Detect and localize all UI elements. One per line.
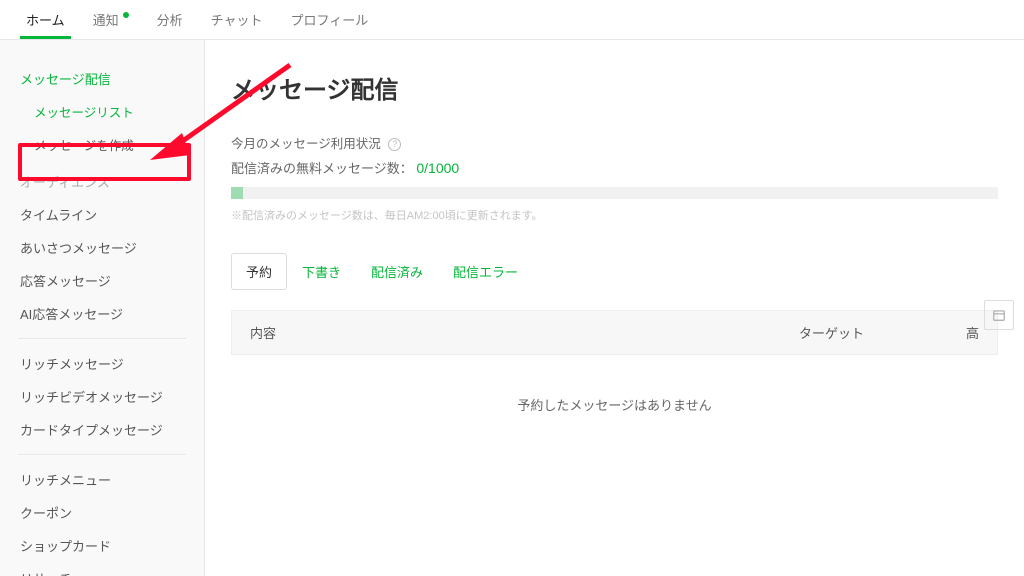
sidebar-label: タイムライン: [20, 208, 97, 223]
ftab-label: 配信済み: [371, 265, 423, 280]
sidebar-divider: [18, 338, 186, 339]
top-tabs: ホーム 通知 分析 チャット プロフィール: [0, 0, 1024, 40]
sidebar-label: リッチビデオメッセージ: [20, 390, 163, 405]
col-target: ターゲット: [799, 323, 949, 342]
sidebar-item-card-type[interactable]: カードタイプメッセージ: [0, 413, 204, 446]
sidebar-item-ai-reply[interactable]: AI応答メッセージ: [0, 297, 204, 330]
usage-label: 今月のメッセージ利用状況: [231, 137, 381, 151]
sidebar-item-coupon[interactable]: クーポン: [0, 496, 204, 529]
tab-label: 通知: [93, 10, 119, 29]
help-icon[interactable]: ?: [388, 138, 401, 151]
sidebar-label: AI応答メッセージ: [20, 307, 123, 322]
sidebar-label: リッチメニュー: [20, 473, 111, 488]
tab-profile[interactable]: プロフィール: [277, 0, 383, 39]
tab-notifications[interactable]: 通知: [79, 0, 143, 39]
sidebar-label: リッチメッセージ: [20, 357, 124, 372]
sidebar-item-audience[interactable]: オーディエンス: [0, 165, 204, 198]
sidebar-label: 応答メッセージ: [20, 274, 111, 289]
count-value: 0/1000: [416, 160, 459, 176]
filter-tab-reserved[interactable]: 予約: [231, 253, 287, 290]
sidebar-label: クーポン: [20, 506, 72, 521]
tab-analytics[interactable]: 分析: [143, 0, 197, 39]
tab-label: プロフィール: [291, 10, 369, 29]
filter-tab-draft[interactable]: 下書き: [287, 253, 356, 290]
sidebar-label: メッセージリスト: [34, 106, 134, 120]
filter-tab-error[interactable]: 配信エラー: [438, 253, 533, 290]
sidebar-item-create-message[interactable]: メッセージを作成: [0, 128, 204, 161]
count-line: 配信済みの無料メッセージ数： 0/1000: [231, 158, 998, 177]
sidebar-label: カードタイプメッセージ: [20, 423, 163, 438]
ftab-label: 下書き: [302, 265, 341, 280]
table-header: 内容 ターゲット 高: [231, 310, 998, 355]
tab-home[interactable]: ホーム: [12, 0, 79, 39]
progress-bar: [231, 187, 998, 199]
sidebar-item-message-list[interactable]: メッセージリスト: [0, 95, 204, 128]
tab-label: チャット: [211, 10, 263, 29]
empty-message: 予約したメッセージはありません: [231, 355, 998, 454]
date-filter-button[interactable]: [984, 300, 1014, 330]
sidebar-item-research[interactable]: リサーチ: [0, 562, 204, 576]
progress-fill: [231, 187, 243, 199]
count-label: 配信済みの無料メッセージ数：: [231, 161, 413, 176]
sidebar-label: メッセージを作成: [34, 139, 134, 153]
sidebar-divider: [18, 454, 186, 455]
main-content: メッセージ配信 今月のメッセージ利用状況 ? 配信済みの無料メッセージ数： 0/…: [205, 40, 1024, 576]
sidebar-item-rich-message[interactable]: リッチメッセージ: [0, 347, 204, 380]
filter-tabs: 予約 下書き 配信済み 配信エラー: [231, 253, 998, 290]
col-extra: 高: [949, 323, 979, 342]
ftab-label: 配信エラー: [453, 265, 518, 280]
usage-row: 今月のメッセージ利用状況 ?: [231, 133, 998, 152]
sidebar-item-shop-card[interactable]: ショップカード: [0, 529, 204, 562]
notification-dot-icon: [123, 12, 129, 18]
sidebar-label: あいさつメッセージ: [20, 241, 137, 256]
usage-note: ※配信済みのメッセージ数は、毎日AM2:00頃に更新されます。: [231, 207, 998, 223]
sidebar-item-rich-menu[interactable]: リッチメニュー: [0, 463, 204, 496]
sidebar-label: ショップカード: [20, 539, 111, 554]
tab-label: 分析: [157, 10, 183, 29]
sidebar-item-timeline[interactable]: タイムライン: [0, 198, 204, 231]
sidebar-item-auto-reply[interactable]: 応答メッセージ: [0, 264, 204, 297]
ftab-label: 予約: [246, 265, 272, 280]
page-title: メッセージ配信: [231, 70, 998, 105]
sidebar: メッセージ配信 メッセージリスト メッセージを作成 オーディエンス タイムライン…: [0, 40, 205, 576]
sidebar-item-greeting[interactable]: あいさつメッセージ: [0, 231, 204, 264]
sidebar-label: メッセージ配信: [20, 72, 111, 87]
tab-label: ホーム: [26, 10, 65, 29]
col-content: 内容: [250, 323, 799, 342]
tab-chat[interactable]: チャット: [197, 0, 277, 39]
sidebar-label: オーディエンス: [20, 175, 110, 190]
sidebar-item-message-delivery[interactable]: メッセージ配信: [0, 62, 204, 95]
filter-tab-sent[interactable]: 配信済み: [356, 253, 438, 290]
calendar-icon: [992, 308, 1006, 322]
sidebar-item-rich-video[interactable]: リッチビデオメッセージ: [0, 380, 204, 413]
sidebar-label: リサーチ: [20, 572, 72, 576]
